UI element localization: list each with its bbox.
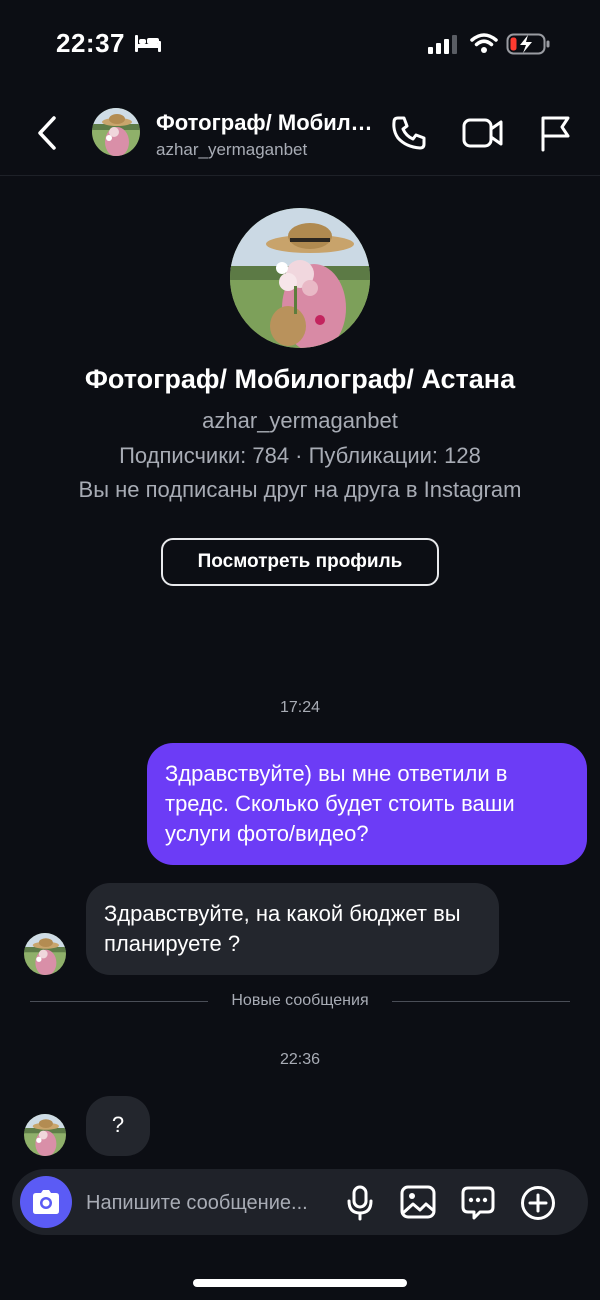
- back-arrow-icon[interactable]: [34, 114, 62, 157]
- chat-screen: 22:37 Фотограф/ Мобилог azhar_yermaganbe…: [0, 0, 600, 1300]
- profile-username: azhar_yermaganbet: [202, 408, 398, 433]
- flag-icon[interactable]: [538, 114, 572, 157]
- profile-stats: Подписчики: 784 · Публикации: 128: [119, 443, 481, 468]
- chat-header: Фотограф/ Мобилограф/ Астана azhar_yerma…: [0, 90, 600, 176]
- view-profile-button[interactable]: Посмотреть профиль: [161, 538, 439, 586]
- message-input[interactable]: [86, 1189, 336, 1217]
- gallery-icon[interactable]: [400, 1185, 436, 1224]
- cellular-signal-icon: [428, 34, 462, 59]
- camera-button[interactable]: [20, 1176, 72, 1228]
- microphone-icon[interactable]: [346, 1185, 374, 1226]
- header-avatar[interactable]: [92, 108, 140, 156]
- wifi-icon: [470, 32, 498, 59]
- divider-line-right: [392, 1001, 570, 1002]
- header-username[interactable]: azhar_yermaganbet: [156, 140, 307, 160]
- profile-name: Фотограф/ Мобилограф/ Астана: [84, 364, 516, 394]
- incoming-message[interactable]: Здравствуйте, на какой бюджет вы планиру…: [86, 883, 499, 975]
- message-composer: [12, 1169, 588, 1235]
- outgoing-message[interactable]: Здравствуйте) вы мне ответили в тредс. С…: [147, 743, 587, 865]
- video-camera-icon[interactable]: [462, 116, 504, 155]
- status-time: 22:37: [56, 28, 125, 58]
- add-circle-icon[interactable]: [520, 1185, 556, 1226]
- home-indicator: [193, 1279, 407, 1287]
- bed-icon: [134, 32, 162, 59]
- camera-icon: [33, 1190, 59, 1214]
- sender-avatar[interactable]: [24, 1114, 66, 1156]
- message-timestamp: 17:24: [279, 699, 321, 716]
- sticker-icon[interactable]: [460, 1185, 496, 1226]
- profile-avatar[interactable]: [230, 208, 370, 348]
- sender-avatar[interactable]: [24, 933, 66, 975]
- status-bar: 22:37: [0, 0, 600, 90]
- phone-icon[interactable]: [390, 114, 428, 157]
- incoming-message[interactable]: ?: [86, 1096, 150, 1156]
- header-title[interactable]: Фотограф/ Мобилограф/ Астана: [156, 110, 376, 136]
- battery-charging-icon: [506, 32, 552, 61]
- message-timestamp: 22:36: [279, 1051, 321, 1068]
- mutual-follow-note: Вы не подписаны друг на друга в Instagra…: [78, 477, 522, 502]
